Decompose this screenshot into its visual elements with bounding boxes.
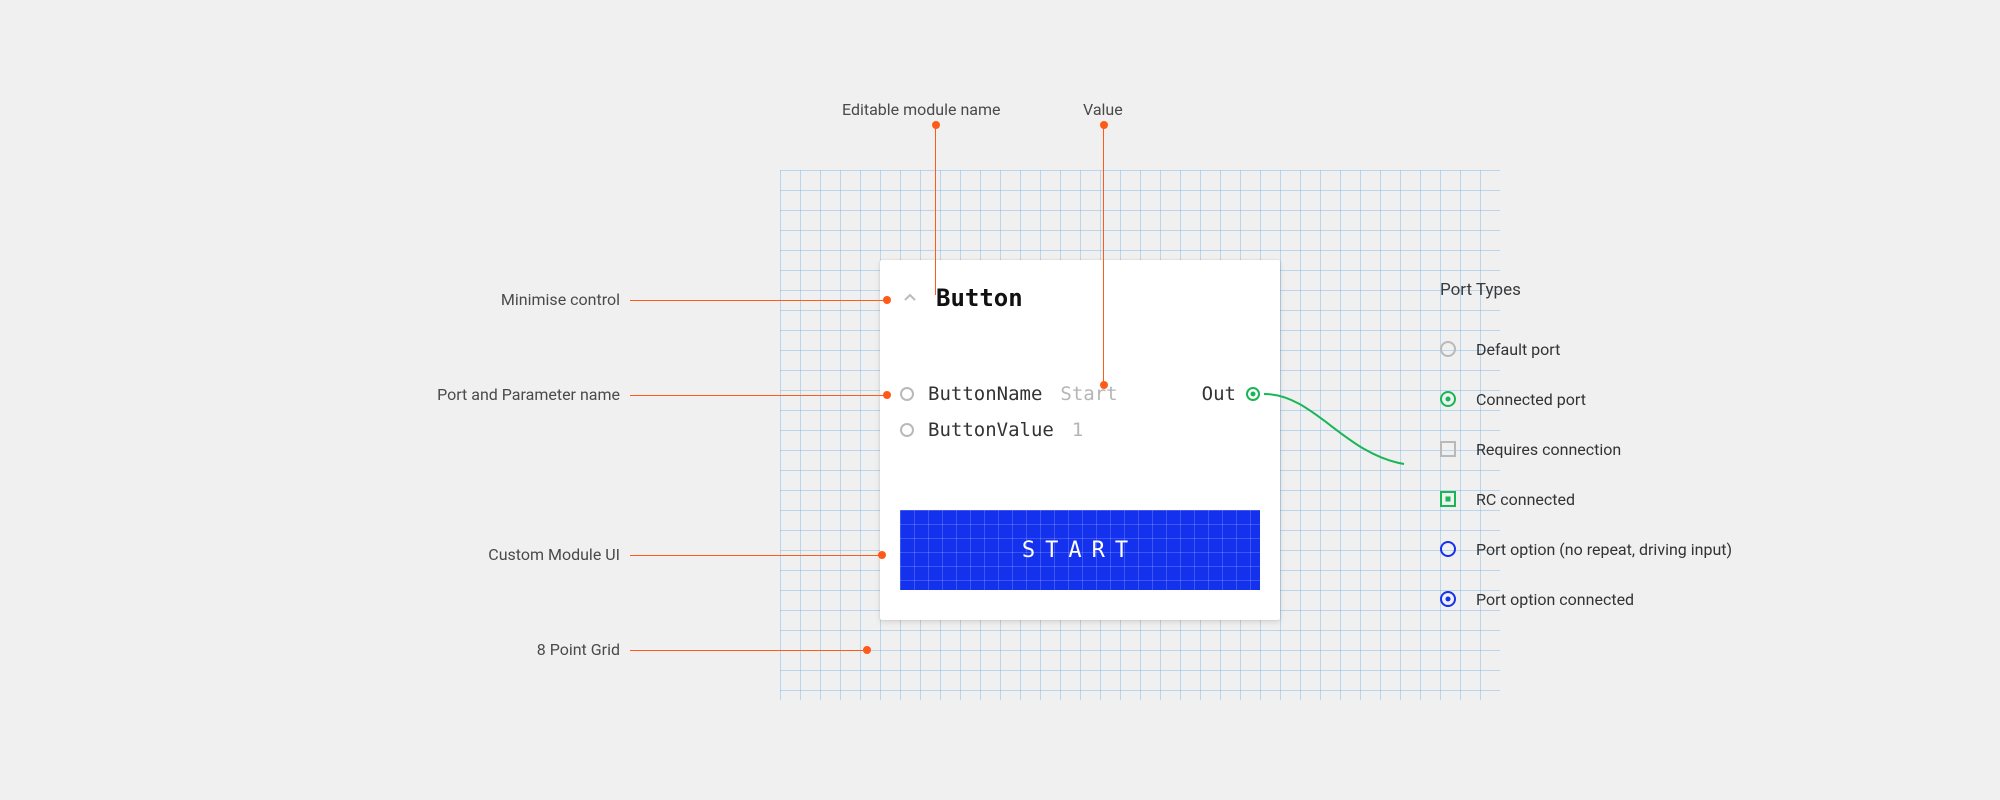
module-title[interactable]: Button	[936, 284, 1023, 312]
param-row-button-name: ButtonName Out	[900, 380, 1260, 408]
start-button-label: START	[1022, 538, 1138, 563]
callout-line	[630, 650, 865, 651]
callout-line	[935, 125, 936, 295]
requires-connection-icon	[1440, 441, 1456, 457]
legend-item-port-option-connected: Port option connected	[1440, 574, 1860, 624]
port-option-connected-icon	[1440, 591, 1456, 607]
legend-item-connected-port: Connected port	[1440, 374, 1860, 424]
param-row-button-value: ButtonValue	[900, 416, 1260, 444]
rc-connected-icon	[1440, 491, 1456, 507]
callout-line	[630, 555, 880, 556]
module-header: Button	[900, 284, 1260, 312]
callout-dot	[1100, 381, 1108, 389]
legend-label: RC connected	[1476, 490, 1575, 509]
legend-label: Requires connection	[1476, 440, 1621, 459]
module-card[interactable]: Button ButtonName Out ButtonValue START	[880, 260, 1280, 620]
callout-dot	[883, 391, 891, 399]
callout-minimise-control: Minimise control	[400, 290, 620, 309]
callout-editable-module-name: Editable module name	[842, 100, 1001, 119]
start-button[interactable]: START	[900, 510, 1260, 590]
legend-label: Connected port	[1476, 390, 1586, 409]
legend-item-rc-connected: RC connected	[1440, 474, 1860, 524]
callout-port-and-parameter-name: Port and Parameter name	[350, 385, 620, 404]
callout-dot	[878, 551, 886, 559]
callout-dot	[883, 296, 891, 304]
callout-line	[630, 395, 885, 396]
callout-8-point-grid: 8 Point Grid	[400, 640, 620, 659]
diagram-canvas: Button ButtonName Out ButtonValue START …	[0, 0, 2000, 800]
legend-item-default-port: Default port	[1440, 324, 1860, 374]
port-icon[interactable]	[900, 423, 914, 437]
port-option-icon	[1440, 541, 1456, 557]
output-port-label: Out	[1202, 383, 1236, 405]
port-icon[interactable]	[900, 387, 914, 401]
callout-line	[1103, 125, 1104, 385]
connection-wire	[1264, 384, 1414, 484]
callout-value: Value	[1083, 100, 1123, 119]
param-name-label: ButtonValue	[928, 419, 1054, 441]
callout-custom-module-ui: Custom Module UI	[400, 545, 620, 564]
callout-dot	[932, 121, 940, 129]
output-port-icon[interactable]	[1246, 387, 1260, 401]
callout-dot	[1100, 121, 1108, 129]
minimise-icon[interactable]	[900, 288, 920, 308]
legend-item-port-option: Port option (no repeat, driving input)	[1440, 524, 1860, 574]
param-value-input[interactable]	[1058, 382, 1201, 406]
legend-label: Default port	[1476, 340, 1560, 359]
connected-port-icon	[1440, 391, 1456, 407]
callout-dot	[863, 646, 871, 654]
legend-item-requires-connection: Requires connection	[1440, 424, 1860, 474]
legend-label: Port option connected	[1476, 590, 1634, 609]
legend-title: Port Types	[1440, 280, 1860, 300]
port-types-legend: Port Types Default port Connected port R…	[1440, 280, 1860, 624]
default-port-icon	[1440, 341, 1456, 357]
param-name-label: ButtonName	[928, 383, 1042, 405]
legend-label: Port option (no repeat, driving input)	[1476, 540, 1732, 559]
param-value-input[interactable]	[1070, 418, 1260, 442]
callout-line	[630, 300, 885, 301]
